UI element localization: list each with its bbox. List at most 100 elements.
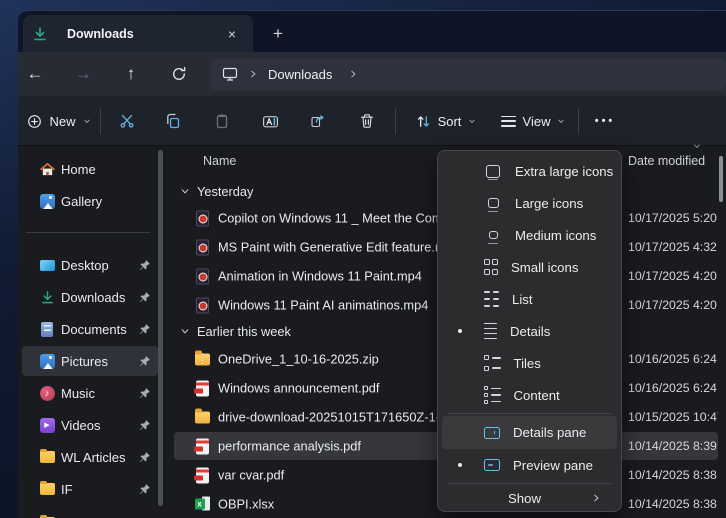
breadcrumb[interactable]: Downloads	[210, 58, 726, 90]
menu-item-preview-pane[interactable]: Preview pane	[442, 449, 617, 481]
menu-item-label: Show	[508, 491, 541, 506]
navigation-bar: ← → ↑ Downloads	[18, 52, 726, 96]
sidebar-item-label: Music	[61, 386, 95, 401]
column-header-date-modified[interactable]: Date modified	[628, 154, 705, 168]
share-button[interactable]	[302, 105, 334, 137]
menu-item-label: Tiles	[514, 356, 541, 371]
group-label: Yesterday	[197, 184, 253, 199]
file-date: 10/16/2025 6:24	[628, 352, 717, 366]
sidebar-scrollbar[interactable]	[158, 150, 163, 506]
delete-button[interactable]	[351, 105, 383, 137]
new-tab-button[interactable]: +	[265, 22, 291, 46]
tab-close-icon[interactable]: ×	[221, 24, 243, 44]
toolbar-divider	[395, 108, 396, 134]
sidebar-item-documents[interactable]: Documents	[22, 314, 158, 344]
pin-icon	[138, 419, 151, 432]
sort-button[interactable]: Sort	[406, 105, 486, 137]
selected-bullet	[458, 329, 462, 333]
file-name: drive-download-20251015T171650Z-1-001.	[218, 410, 465, 425]
chevron-right-icon[interactable]	[248, 69, 258, 79]
menu-item-label: Details pane	[513, 425, 586, 440]
chevron-down-icon	[83, 117, 91, 125]
menu-item-details-pane[interactable]: Details pane	[442, 416, 617, 449]
menu-divider	[448, 483, 611, 484]
rename-button[interactable]	[254, 105, 286, 137]
copy-button[interactable]	[157, 105, 189, 137]
menu-item-label: Large icons	[515, 196, 583, 211]
menu-item-content[interactable]: Content	[442, 379, 617, 411]
pin-icon	[138, 323, 151, 336]
chevron-down-icon	[468, 117, 476, 125]
chevron-right-icon[interactable]	[348, 69, 358, 79]
video-file-icon	[194, 268, 211, 285]
details-pane-icon	[484, 427, 500, 439]
chevron-right-icon	[591, 493, 601, 503]
download-icon	[32, 26, 48, 42]
sidebar-item-pictures[interactable]: Pictures	[22, 346, 158, 376]
refresh-icon	[171, 66, 187, 82]
list-icon	[484, 290, 499, 308]
sidebar-item-videos[interactable]: Videos	[22, 410, 158, 440]
menu-item-medium-icons[interactable]: Medium icons	[442, 219, 617, 251]
paste-button[interactable]	[206, 105, 238, 137]
file-date: 10/17/2025 4:20	[628, 298, 717, 312]
forward-button[interactable]: →	[66, 52, 100, 96]
sort-arrows-icon	[416, 114, 431, 129]
explorer-tab[interactable]: Downloads ×	[23, 15, 253, 53]
new-button[interactable]: New	[26, 105, 92, 137]
menu-item-show[interactable]: Show	[442, 485, 617, 511]
ellipsis-icon: •••	[595, 115, 616, 127]
file-date: 10/17/2025 4:20	[628, 269, 717, 283]
sidebar-item-home[interactable]: Home	[22, 154, 158, 184]
chevron-down-icon	[180, 326, 190, 336]
menu-item-details[interactable]: Details	[442, 315, 617, 347]
folder-icon	[194, 409, 211, 426]
pin-icon	[138, 451, 151, 464]
file-name: var cvar.pdf	[218, 468, 284, 483]
menu-item-extra-large-icons[interactable]: Extra large icons	[442, 155, 617, 187]
menu-item-label: Small icons	[511, 260, 578, 275]
new-button-label: New	[49, 114, 75, 129]
plus-circle-icon	[27, 114, 42, 129]
file-date: 10/14/2025 8:39	[628, 439, 717, 453]
file-name: performance analysis.pdf	[218, 439, 361, 454]
zip-icon	[194, 351, 211, 368]
sidebar-item-music[interactable]: Music	[22, 378, 158, 408]
menu-item-large-icons[interactable]: Large icons	[442, 187, 617, 219]
back-button[interactable]: ←	[18, 52, 52, 96]
sidebar-item-downloads[interactable]: Downloads	[22, 282, 158, 312]
file-date: 10/17/2025 4:32	[628, 240, 717, 254]
video-file-icon	[194, 239, 211, 256]
video-file-icon	[194, 297, 211, 314]
pictures-icon	[39, 353, 55, 369]
pdf-icon	[194, 380, 211, 397]
sidebar-item-label: Desktop	[61, 258, 109, 273]
menu-item-list[interactable]: List	[442, 283, 617, 315]
rename-icon	[262, 113, 279, 130]
menu-item-tiles[interactable]: Tiles	[442, 347, 617, 379]
cut-button[interactable]	[111, 105, 143, 137]
paste-icon	[214, 113, 230, 129]
file-list-scrollbar[interactable]	[719, 156, 723, 202]
sidebar-item-label: Home	[61, 162, 96, 177]
group-label: Earlier this week	[197, 324, 291, 339]
refresh-button[interactable]	[162, 52, 196, 96]
breadcrumb-location[interactable]: Downloads	[268, 67, 332, 82]
sidebar-item-wl-articles[interactable]: WL Articles	[22, 442, 158, 472]
pin-icon	[138, 291, 151, 304]
sidebar-item-partial[interactable]	[22, 508, 158, 518]
file-date: 10/14/2025 8:38	[628, 468, 717, 482]
view-button[interactable]: View	[492, 105, 574, 137]
file-date: 10/16/2025 6:24	[628, 381, 717, 395]
file-name: Windows 11 Paint AI animatinos.mp4	[218, 298, 428, 313]
more-options-button[interactable]: •••	[590, 105, 620, 137]
pin-icon	[138, 483, 151, 496]
column-header-name[interactable]: Name	[203, 154, 236, 168]
up-button[interactable]: ↑	[114, 52, 148, 96]
sidebar-item-desktop[interactable]: Desktop	[22, 250, 158, 280]
sidebar-item-gallery[interactable]: Gallery	[22, 186, 158, 216]
sidebar-item-if[interactable]: IF	[22, 474, 158, 504]
menu-item-small-icons[interactable]: Small icons	[442, 251, 617, 283]
chevron-down-icon[interactable]	[692, 142, 702, 150]
selected-bullet	[458, 463, 462, 467]
